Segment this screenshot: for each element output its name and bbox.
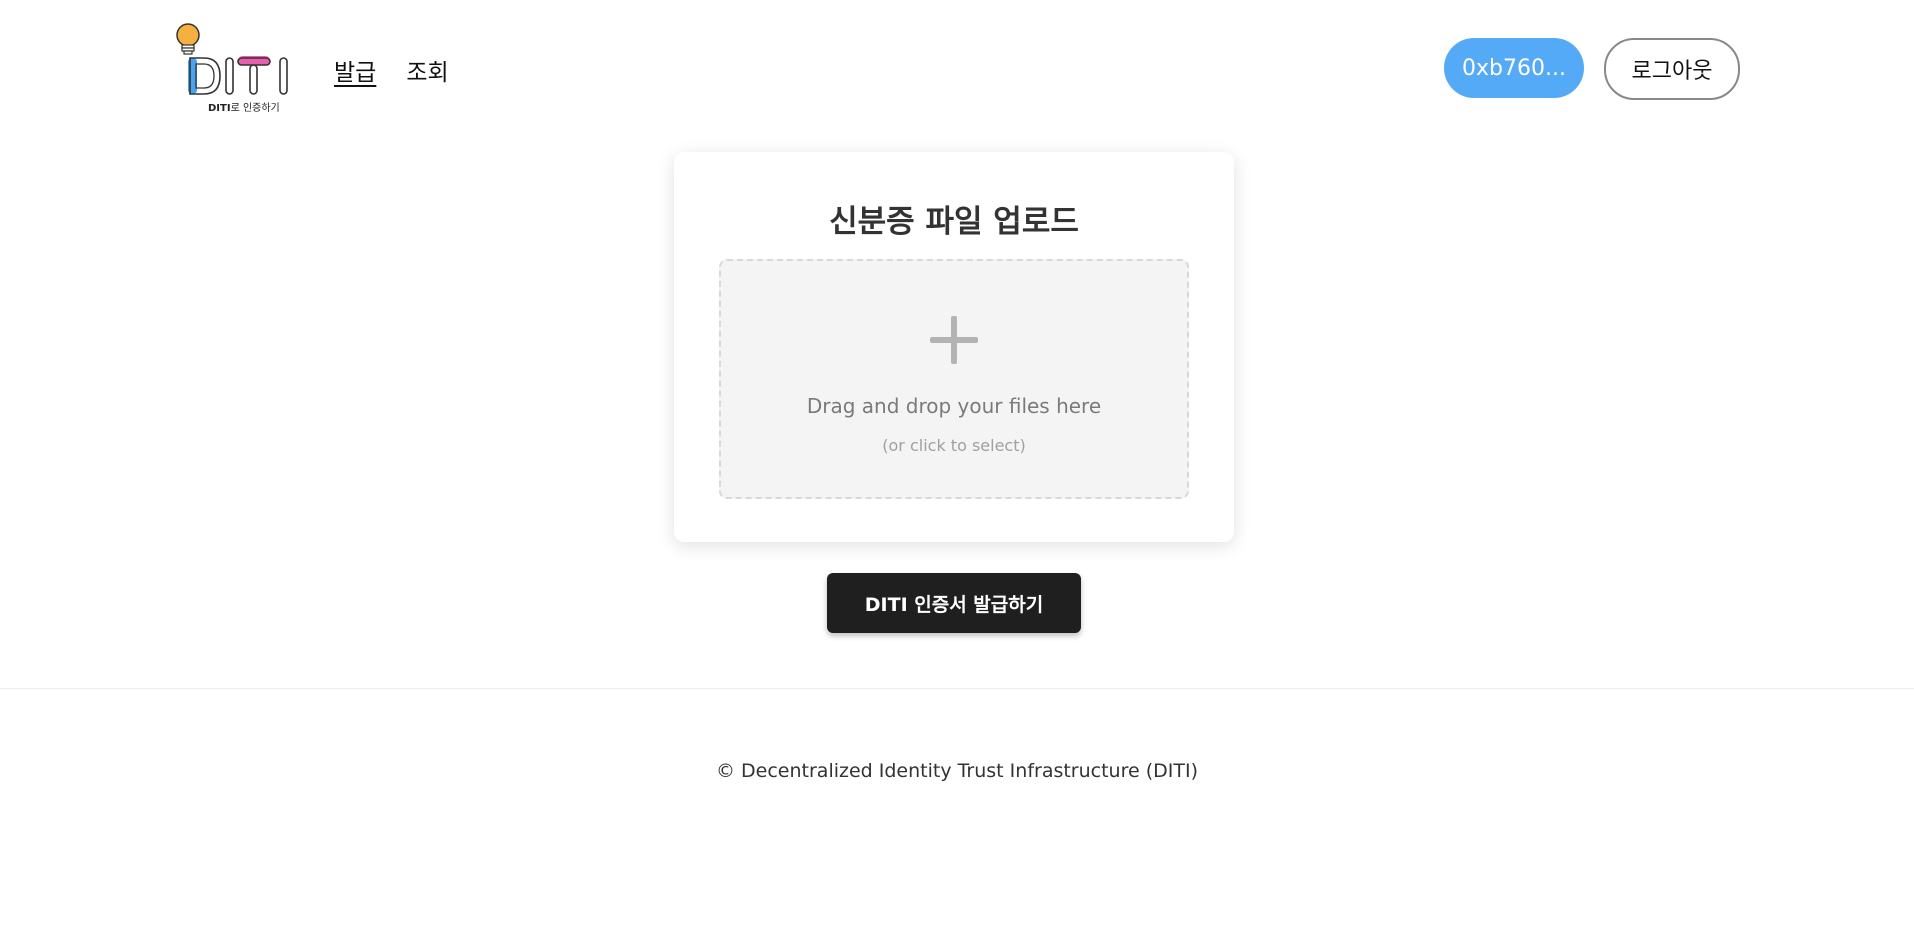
plus-icon <box>930 316 978 364</box>
dropzone-subtext: (or click to select) <box>882 436 1026 455</box>
footer-copyright: © Decentralized Identity Trust Infrastru… <box>716 760 1198 782</box>
wallet-address-button[interactable]: 0xb760... <box>1444 38 1584 98</box>
logo-tagline-rest: 로 인증하기 <box>230 103 280 114</box>
header: DITI로 인증하기 발급 조회 0xb760... 로그아웃 <box>0 0 1914 135</box>
upload-card: 신분증 파일 업로드 Drag and drop your files here… <box>674 152 1234 542</box>
logo-tagline-bold: DITI <box>208 103 231 114</box>
diti-logo-icon <box>176 23 288 95</box>
nav-item-lookup[interactable]: 조회 <box>406 58 448 88</box>
dropzone-text: Drag and drop your files here <box>806 394 1102 418</box>
logo-tagline: DITI로 인증하기 <box>208 99 280 114</box>
main-nav: 발급 조회 <box>334 58 449 88</box>
footer-divider <box>0 688 1914 689</box>
file-dropzone[interactable]: Drag and drop your files here (or click … <box>719 259 1189 499</box>
issue-certificate-button[interactable]: DITI 인증서 발급하기 <box>827 573 1081 633</box>
upload-title: 신분증 파일 업로드 <box>829 204 1079 240</box>
logo[interactable]: DITI로 인증하기 <box>174 18 296 114</box>
logout-button[interactable]: 로그아웃 <box>1604 38 1740 100</box>
nav-item-issue[interactable]: 발급 <box>334 58 376 88</box>
